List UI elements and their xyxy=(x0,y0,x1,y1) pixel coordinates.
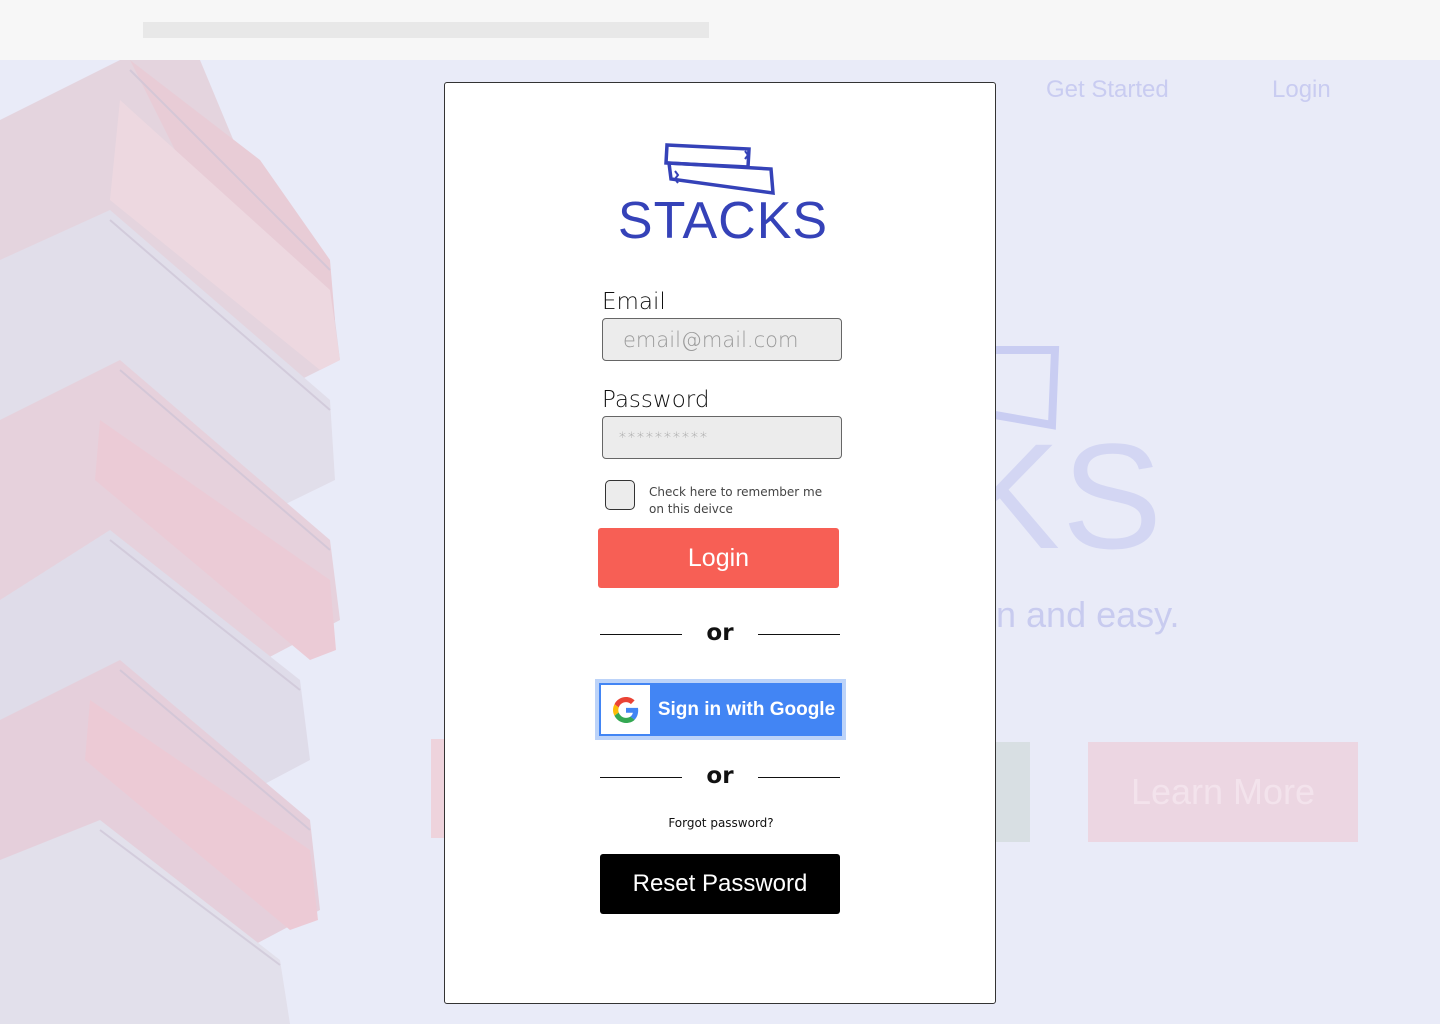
remember-me-checkbox[interactable] xyxy=(605,480,635,510)
google-g-icon xyxy=(612,696,638,723)
email-field[interactable] xyxy=(602,318,842,361)
reset-password-button[interactable]: Reset Password xyxy=(600,854,840,914)
password-field[interactable] xyxy=(602,416,842,459)
logo-text: STACKS xyxy=(617,192,829,250)
login-modal: STACKS Email Password Check here to reme… xyxy=(444,82,996,1004)
email-label: Email xyxy=(602,289,666,315)
remember-me-label: Check here to remember me on this deivce xyxy=(649,485,823,516)
address-bar-placeholder xyxy=(143,22,709,38)
nav-login[interactable]: Login xyxy=(1272,76,1331,104)
forgot-password-link[interactable]: Forgot password? xyxy=(445,816,997,830)
or-divider-2: or xyxy=(600,763,840,793)
nav-get-started[interactable]: Get Started xyxy=(1046,76,1169,104)
login-button[interactable]: Login xyxy=(598,528,839,588)
password-label: Password xyxy=(602,387,710,413)
google-button-label: Sign in with Google xyxy=(657,698,836,720)
learn-more-label: Learn More xyxy=(1130,771,1316,812)
stacks-logo: STACKS xyxy=(613,141,833,250)
or-text: or xyxy=(706,620,734,646)
divider-line-right xyxy=(758,777,840,778)
or-text: or xyxy=(706,763,734,789)
book-stack-image xyxy=(0,60,420,1024)
background-tagline: n and easy. xyxy=(996,594,1180,635)
or-divider: or xyxy=(600,620,840,650)
google-sign-in-button[interactable]: Sign in with Google xyxy=(595,679,846,740)
learn-more-button[interactable]: Learn More xyxy=(1088,742,1358,842)
stacks-logo-icon xyxy=(664,143,775,196)
browser-bar xyxy=(0,0,1440,60)
divider-line-right xyxy=(758,634,840,635)
